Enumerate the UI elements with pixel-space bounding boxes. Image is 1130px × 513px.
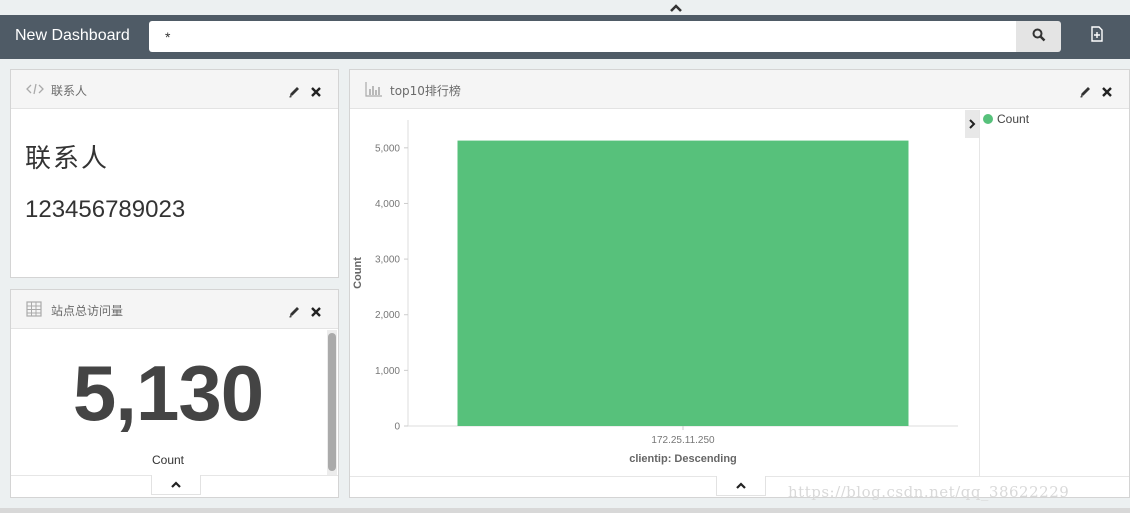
chevron-right-icon (968, 115, 976, 134)
top-navbar: New Dashboard (0, 15, 1130, 59)
panel-collapse-toggle[interactable] (151, 475, 201, 495)
panel-header: top10排行榜 (350, 70, 1129, 109)
y-tick-label: 0 (394, 422, 400, 433)
bar-chart: 0 1,000 2,000 3,000 4,000 5,000 172.25.11.250 c… (350, 110, 965, 476)
y-tick-label: 2,000 (375, 310, 400, 321)
dashboard-title: New Dashboard (15, 27, 130, 44)
markdown-text: 123456789023 (25, 196, 186, 223)
x-tick-label: 172.25.11.250 (651, 435, 715, 446)
markdown-heading: 联系人 (25, 144, 110, 174)
chevron-up-icon (735, 476, 747, 495)
panel-header: 站点总访问量 (11, 290, 338, 329)
chevron-up-icon[interactable] (668, 0, 684, 14)
panel-collapse-toggle[interactable] (716, 476, 766, 496)
y-tick-label: 1,000 (375, 366, 400, 377)
pencil-icon[interactable] (288, 83, 301, 98)
x-axis-title: clientip: Descending (629, 453, 737, 465)
chevron-up-icon (170, 475, 182, 494)
legend-item-count[interactable]: Count (983, 112, 1029, 126)
new-dashboard-button[interactable] (1089, 26, 1105, 46)
code-icon (26, 81, 44, 97)
panel-title: top10排行榜 (390, 84, 461, 98)
close-icon[interactable] (1101, 83, 1113, 97)
legend-swatch (983, 114, 993, 124)
legend-divider (979, 110, 980, 476)
bar-chart-icon (365, 81, 382, 97)
scrollbar-thumb[interactable] (328, 333, 336, 471)
watermark-text: https://blog.csdn.net/qq_38622229 (788, 483, 1070, 501)
close-icon[interactable] (310, 83, 322, 97)
panel-header: 联系人 (11, 70, 338, 109)
table-grid-icon (26, 301, 42, 317)
new-document-icon (1090, 26, 1104, 46)
pencil-icon[interactable] (1079, 83, 1092, 98)
metric-value: 5,130 (72, 349, 264, 437)
top-collapse-bar (0, 0, 1130, 15)
panel-title: 联系人 (51, 84, 88, 98)
legend-toggle-button[interactable] (965, 110, 979, 138)
search-button[interactable] (1016, 21, 1061, 52)
y-axis-title: Count (352, 257, 364, 289)
bar-chart-svg: 0 1,000 2,000 3,000 4,000 5,000 172.25.11.250 c… (352, 120, 958, 465)
bottom-bar (0, 508, 1130, 513)
search-icon (1032, 27, 1046, 46)
metric-panel: 站点总访问量 5,130 Count (10, 289, 339, 498)
legend-label: Count (997, 112, 1030, 126)
close-icon[interactable] (310, 303, 322, 317)
pencil-icon[interactable] (288, 303, 301, 318)
search-input[interactable] (149, 21, 1016, 52)
search-box (149, 21, 1016, 52)
panel-title: 站点总访问量 (51, 304, 124, 318)
y-tick-label: 3,000 (375, 255, 400, 266)
markdown-panel: 联系人 联系人 123456789023 (10, 69, 339, 278)
y-tick-label: 4,000 (375, 199, 400, 210)
y-tick-label: 5,000 (375, 143, 400, 154)
chart-panel: top10排行榜 0 1,000 2,000 3,000 4,000 5,000 172.2… (349, 69, 1130, 498)
metric-label: Count (151, 453, 185, 467)
bar (457, 140, 909, 426)
